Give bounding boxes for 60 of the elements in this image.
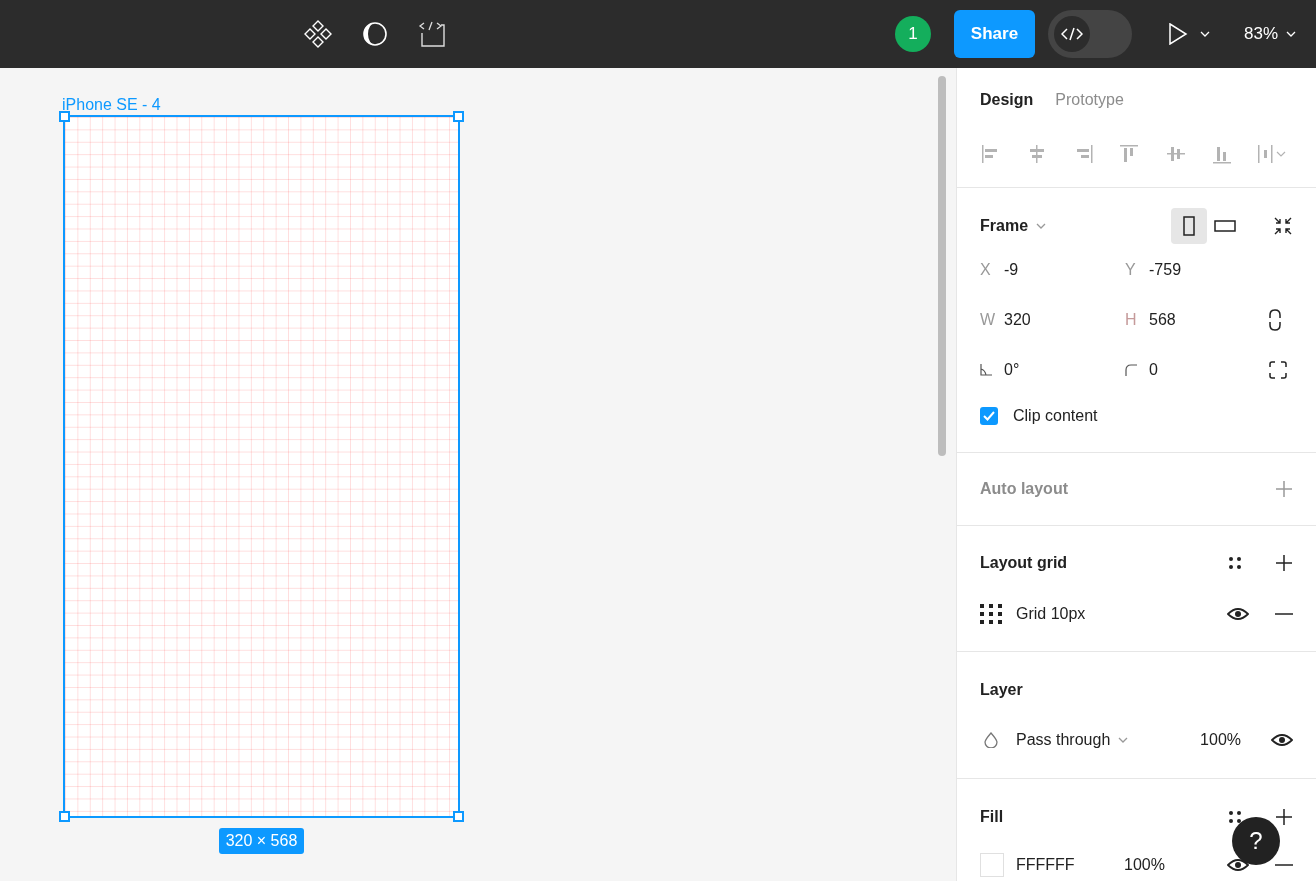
collapse-icon[interactable]	[1273, 216, 1293, 236]
angle-icon	[980, 364, 992, 376]
plus-icon[interactable]	[1275, 808, 1293, 826]
scrollbar[interactable]	[938, 76, 946, 456]
eye-icon[interactable]	[1227, 607, 1249, 621]
field-value[interactable]: 320	[1004, 308, 1031, 332]
field-value[interactable]: -759	[1149, 258, 1182, 282]
field-value[interactable]: 0°	[1004, 358, 1020, 382]
layer-opacity[interactable]: 100%	[1200, 728, 1241, 752]
chevron-down-icon	[1118, 737, 1129, 743]
size-label: 320 × 568	[218, 828, 305, 854]
drop-icon	[984, 732, 998, 748]
play-icon	[1167, 23, 1188, 45]
independent-corners-icon[interactable]	[1269, 361, 1287, 379]
checkbox[interactable]	[980, 407, 998, 425]
eye-icon[interactable]	[1227, 858, 1249, 872]
contrast-icon[interactable]	[362, 21, 388, 47]
field-label: X	[980, 260, 992, 280]
dev-mode-toggle[interactable]	[1047, 10, 1132, 58]
align-top-icon[interactable]	[1118, 143, 1141, 165]
code-icon	[1060, 27, 1083, 41]
frame-dropdown[interactable]: Frame	[980, 214, 1047, 238]
color-swatch[interactable]	[980, 853, 1004, 877]
panel-tab[interactable]: Design	[980, 88, 1034, 112]
blend-mode-dropdown[interactable]: Pass through	[1016, 728, 1129, 752]
field-label: Y	[1125, 260, 1137, 280]
section-title: Layout grid	[980, 553, 1069, 573]
chevron-down-icon	[1036, 223, 1047, 229]
chevron-down-icon	[1286, 31, 1296, 37]
section-title: Fill	[980, 807, 1005, 827]
corner-radius-icon	[1125, 364, 1137, 376]
resize-handle[interactable]	[453, 111, 464, 122]
field-value[interactable]: -9	[1004, 258, 1019, 282]
fill-opacity[interactable]: 100%	[1124, 853, 1227, 877]
checkbox-label: Clip content	[1013, 406, 1098, 426]
grid-name[interactable]: Grid 10px	[1016, 602, 1227, 626]
portrait-icon	[1183, 216, 1195, 236]
chevron-down-icon	[1199, 31, 1210, 37]
styles-icon[interactable]	[1228, 810, 1242, 824]
check-icon	[983, 411, 995, 421]
field-label: H	[1125, 310, 1137, 330]
portrait-button[interactable]	[1171, 208, 1207, 244]
component-icon[interactable]	[304, 20, 332, 48]
code-frame-icon[interactable]	[418, 21, 446, 47]
styles-icon[interactable]	[1228, 556, 1242, 570]
landscape-icon	[1214, 220, 1236, 232]
resize-handle[interactable]	[453, 811, 464, 822]
constrain-proportions-icon[interactable]	[1269, 309, 1281, 331]
plus-icon[interactable]	[1275, 554, 1293, 572]
zoom-dropdown[interactable]: 83%	[1243, 21, 1296, 47]
grid-icon[interactable]	[980, 603, 1003, 625]
fill-hex[interactable]: FFFFFF	[1016, 853, 1124, 877]
section-title: Auto layout	[980, 479, 1068, 499]
section-title: Layer	[980, 680, 1024, 700]
resize-handle[interactable]	[59, 811, 70, 822]
field-value[interactable]: 568	[1149, 308, 1176, 332]
resize-handle[interactable]	[59, 111, 70, 122]
field-value[interactable]: 0	[1149, 358, 1158, 382]
present-button[interactable]	[1167, 23, 1210, 45]
eye-icon[interactable]	[1271, 733, 1293, 747]
